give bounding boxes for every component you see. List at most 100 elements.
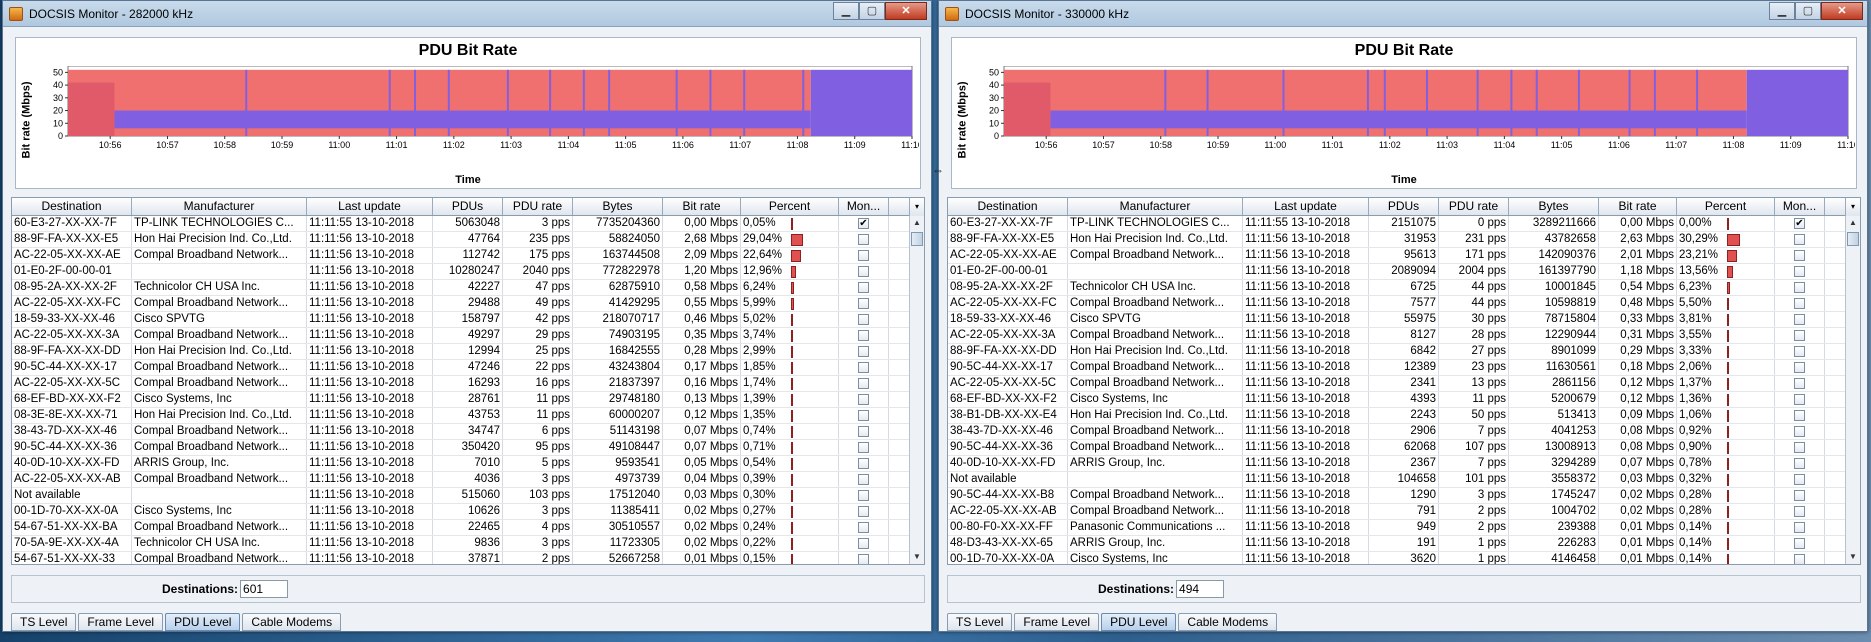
monitor-checkbox[interactable] (858, 458, 869, 469)
table-row[interactable]: 88-9F-FA-XX-XX-DD Hon Hai Precision Ind. … (12, 344, 924, 360)
tab-frame-level[interactable]: Frame Level (1014, 613, 1100, 631)
table-row[interactable]: 01-E0-2F-00-00-01 11:11:56 13-10-2018 1028… (12, 264, 924, 280)
column-header[interactable]: Manufacturer (132, 198, 307, 215)
monitor-checkbox[interactable] (1794, 346, 1805, 357)
column-header[interactable]: PDU rate (503, 198, 573, 215)
monitor-checkbox[interactable] (858, 522, 869, 533)
monitor-checkbox[interactable] (1794, 490, 1805, 501)
monitor-checkbox[interactable] (1794, 266, 1805, 277)
table-row[interactable]: AC-22-05-XX-XX-AB Compal Broadband Networ… (948, 504, 1860, 520)
close-button[interactable]: ✕ (1821, 1, 1863, 20)
maximize-button[interactable]: ▢ (1795, 1, 1821, 20)
monitor-checkbox[interactable] (858, 330, 869, 341)
table-row[interactable]: 68-EF-BD-XX-XX-F2 Cisco Systems, Inc 11:11… (12, 392, 924, 408)
table-row[interactable]: 54-67-51-XX-XX-33 Compal Broadband Networ… (12, 552, 924, 564)
monitor-checkbox[interactable] (1794, 298, 1805, 309)
tab-pdu-level[interactable]: PDU Level (165, 613, 241, 631)
column-header[interactable]: PDU rate (1439, 198, 1509, 215)
table-row[interactable]: 90-5C-44-XX-XX-36 Compal Broadband Networ… (948, 440, 1860, 456)
monitor-checkbox[interactable] (1794, 250, 1805, 261)
close-button[interactable]: ✕ (885, 1, 927, 20)
table-row[interactable]: 00-80-F0-XX-XX-FF Panasonic Communication… (948, 520, 1860, 536)
table-row[interactable]: AC-22-05-XX-XX-3A Compal Broadband Networ… (948, 328, 1860, 344)
table-row[interactable]: 54-67-51-XX-XX-BA Compal Broadband Networ… (12, 520, 924, 536)
table-row[interactable]: 00-1D-70-XX-XX-0A Cisco Systems, Inc 11:11… (12, 504, 924, 520)
table-row[interactable]: 38-B1-DB-XX-XX-E4 Hon Hai Precision Ind. … (948, 408, 1860, 424)
table-row[interactable]: 90-5C-44-XX-XX-17 Compal Broadband Networ… (948, 360, 1860, 376)
table-row[interactable]: AC-22-05-XX-XX-AB Compal Broadband Networ… (12, 472, 924, 488)
monitor-checkbox[interactable] (1794, 554, 1805, 564)
maximize-button[interactable]: ▢ (859, 1, 885, 20)
table-row[interactable]: 70-5A-9E-XX-XX-4A Technicolor CH USA Inc.… (12, 536, 924, 552)
table-row[interactable]: AC-22-05-XX-XX-FC Compal Broadband Networ… (948, 296, 1860, 312)
vertical-scrollbar[interactable]: ▲ ▼ (909, 216, 924, 564)
table-row[interactable]: Not available 11:11:56 13-10-2018 515060 10… (12, 488, 924, 504)
table-row[interactable]: 38-43-7D-XX-XX-46 Compal Broadband Networ… (12, 424, 924, 440)
table-row[interactable]: AC-22-05-XX-XX-FC Compal Broadband Networ… (12, 296, 924, 312)
table-row[interactable]: 88-9F-FA-XX-XX-DD Hon Hai Precision Ind. … (948, 344, 1860, 360)
monitor-checkbox[interactable] (1794, 394, 1805, 405)
monitor-checkbox[interactable] (858, 250, 869, 261)
monitor-checkbox[interactable] (858, 282, 869, 293)
table-row[interactable]: 88-9F-FA-XX-XX-E5 Hon Hai Precision Ind. … (948, 232, 1860, 248)
monitor-checkbox[interactable] (858, 346, 869, 357)
tab-cable-modems[interactable]: Cable Modems (242, 613, 342, 631)
monitor-checkbox[interactable] (858, 442, 869, 453)
table-row[interactable]: AC-22-05-XX-XX-AE Compal Broadband Networ… (948, 248, 1860, 264)
monitor-checkbox[interactable] (1794, 234, 1805, 245)
table-row[interactable]: 00-1D-70-XX-XX-0A Cisco Systems, Inc 11:11… (948, 552, 1860, 564)
monitor-checkbox[interactable] (1794, 458, 1805, 469)
monitor-checkbox[interactable] (858, 298, 869, 309)
table-row[interactable]: Not available 11:11:56 13-10-2018 104658 10… (948, 472, 1860, 488)
table-row[interactable]: 08-3E-8E-XX-XX-71 Hon Hai Precision Ind. … (12, 408, 924, 424)
table-row[interactable]: AC-22-05-XX-XX-5C Compal Broadband Networ… (948, 376, 1860, 392)
tab-pdu-level[interactable]: PDU Level (1101, 613, 1177, 631)
tab-cable-modems[interactable]: Cable Modems (1178, 613, 1278, 631)
tab-ts-level[interactable]: TS Level (11, 613, 77, 631)
monitor-checkbox[interactable] (858, 554, 869, 564)
monitor-checkbox[interactable] (1794, 410, 1805, 421)
vertical-scrollbar[interactable]: ▲ ▼ (1845, 216, 1860, 564)
scroll-down-icon[interactable]: ▼ (1846, 550, 1860, 564)
column-header[interactable]: Mon... (1775, 198, 1825, 215)
monitor-checkbox[interactable] (858, 538, 869, 549)
table-row[interactable]: 90-5C-44-XX-XX-36 Compal Broadband Networ… (12, 440, 924, 456)
table-row[interactable]: 08-95-2A-XX-XX-2F Technicolor CH USA Inc.… (12, 280, 924, 296)
title-bar[interactable]: DOCSIS Monitor - 330000 kHz ▁ ▢ ✕ (939, 1, 1867, 27)
minimize-button[interactable]: ▁ (833, 1, 859, 20)
column-menu-icon[interactable]: ▾ (909, 198, 924, 216)
table-row[interactable]: 08-95-2A-XX-XX-2F Technicolor CH USA Inc.… (948, 280, 1860, 296)
monitor-checkbox[interactable] (1794, 314, 1805, 325)
monitor-checkbox[interactable] (858, 490, 869, 501)
table-row[interactable]: 40-0D-10-XX-XX-FD ARRIS Group, Inc. 11:11:… (12, 456, 924, 472)
monitor-checkbox[interactable] (858, 266, 869, 277)
monitor-checkbox[interactable] (1794, 330, 1805, 341)
monitor-checkbox[interactable] (1794, 506, 1805, 517)
monitor-checkbox[interactable] (858, 474, 869, 485)
monitor-checkbox[interactable] (858, 314, 869, 325)
monitor-checkbox[interactable] (1794, 426, 1805, 437)
table-row[interactable]: AC-22-05-XX-XX-5C Compal Broadband Networ… (12, 376, 924, 392)
column-header[interactable]: PDUs (433, 198, 503, 215)
monitor-checkbox[interactable] (1794, 282, 1805, 293)
table-row[interactable]: 68-EF-BD-XX-XX-F2 Cisco Systems, Inc 11:11… (948, 392, 1860, 408)
monitor-checkbox[interactable]: ✔ (1794, 218, 1805, 229)
monitor-checkbox[interactable] (1794, 378, 1805, 389)
table-row[interactable]: 18-59-33-XX-XX-46 Cisco SPVTG 11:11:56 13-… (12, 312, 924, 328)
scroll-up-icon[interactable]: ▲ (910, 216, 924, 230)
table-row[interactable]: 60-E3-27-XX-XX-7F TP-LINK TECHNOLOGIES C.… (948, 216, 1860, 232)
destinations-count-field[interactable]: 494 (1176, 580, 1225, 598)
column-header[interactable]: Bit rate (1599, 198, 1677, 215)
tab-ts-level[interactable]: TS Level (947, 613, 1013, 631)
monitor-checkbox[interactable] (1794, 538, 1805, 549)
table-row[interactable]: 01-E0-2F-00-00-01 11:11:56 13-10-2018 2089… (948, 264, 1860, 280)
monitor-checkbox[interactable] (858, 394, 869, 405)
scroll-down-icon[interactable]: ▼ (910, 550, 924, 564)
monitor-checkbox[interactable] (858, 234, 869, 245)
table-row[interactable]: 48-D3-43-XX-XX-65 ARRIS Group, Inc. 11:11:… (948, 536, 1860, 552)
table-row[interactable]: 60-E3-27-XX-XX-7F TP-LINK TECHNOLOGIES C.… (12, 216, 924, 232)
table-row[interactable]: 40-0D-10-XX-XX-FD ARRIS Group, Inc. 11:11:… (948, 456, 1860, 472)
destinations-count-field[interactable]: 601 (240, 580, 289, 598)
monitor-checkbox[interactable] (1794, 474, 1805, 485)
column-header[interactable]: Percent (741, 198, 839, 215)
